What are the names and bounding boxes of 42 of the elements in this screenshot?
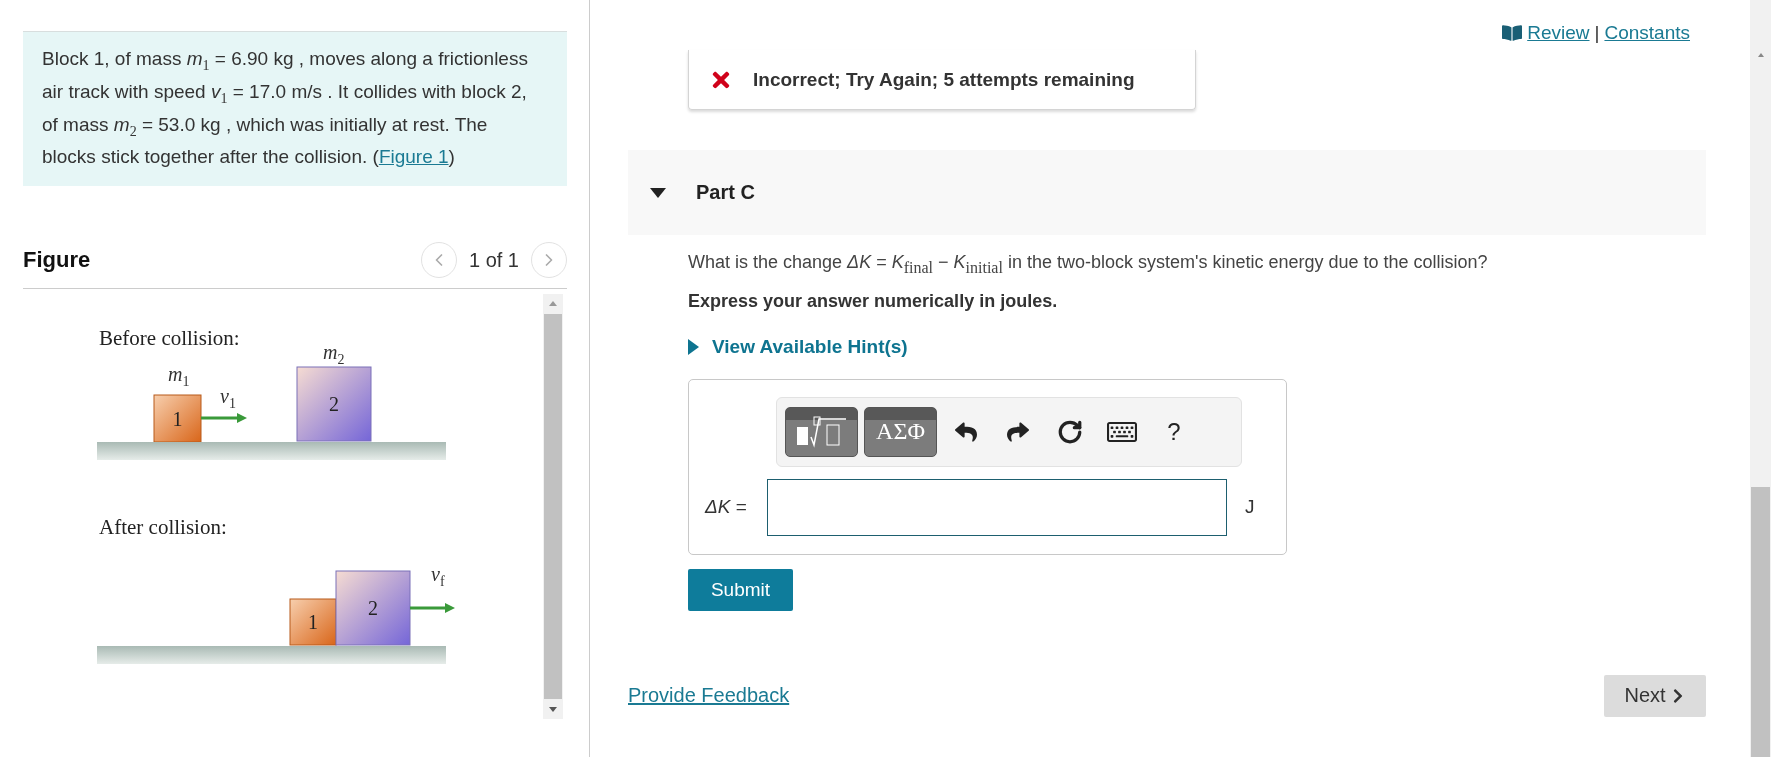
instruction-text: Express your answer numerically in joules.	[688, 290, 1058, 312]
block-label: 2	[368, 597, 378, 620]
triangle-icon	[650, 187, 666, 198]
velocity-label: v$_{1}$	[220, 385, 236, 412]
templates-button[interactable]	[785, 406, 858, 457]
problem-statement: Block 1, of mass m$_{1}$ = 6.90 kg , moves along a frictionless air track with speed v$_{1}$ = 17.0 m/s . It collides with block 2, of mass m$_{2}$ = 53.0 kg , which was initially at rest. The blocks stick together after the collision. (Figure 1)	[23, 31, 567, 187]
symbols-button[interactable]: ΑΣΦ	[864, 406, 937, 457]
part-title: Part C	[696, 181, 755, 204]
undo-icon	[955, 420, 977, 443]
figure-title: Figure	[23, 247, 91, 274]
scrollbar[interactable]	[543, 294, 563, 720]
velocity-arrow	[410, 603, 455, 614]
caption: Before collision:	[99, 326, 240, 351]
answer-label: ΔK =	[705, 496, 748, 519]
question-text: What is the change ΔK = K$_{final}$ − K$_{initial}$ in the two-block system's kinetic energy due to the collision?	[688, 252, 1488, 277]
redo-icon	[1007, 420, 1029, 443]
book-icon	[1502, 23, 1523, 43]
answer-field[interactable]	[767, 478, 1227, 536]
mass-label: m$_{1}$	[168, 363, 190, 390]
velocity-arrow	[201, 413, 247, 424]
block-label: 1	[308, 611, 318, 634]
triangle-icon	[688, 338, 699, 355]
part-header[interactable]: Part C	[628, 150, 1706, 235]
page-counter: 1 of 1	[468, 248, 519, 272]
velocity-label: v$_{f}$	[431, 563, 445, 590]
block-label: 1	[172, 407, 183, 430]
next-button[interactable]: Next	[1604, 674, 1706, 717]
block-label: 2	[329, 393, 339, 416]
help-button[interactable]: ?	[1151, 406, 1197, 457]
separator: |	[1594, 22, 1600, 44]
block	[153, 394, 202, 443]
caption: After collision:	[99, 515, 227, 540]
figure-link[interactable]: Figure 1	[378, 146, 449, 168]
constants-link[interactable]: Constants	[1604, 22, 1690, 44]
review-link[interactable]: Review	[1527, 22, 1590, 44]
unit-label: J	[1245, 496, 1255, 519]
page-scrollbar[interactable]	[1750, 0, 1771, 757]
reset-icon	[1057, 418, 1083, 445]
submit-button[interactable]: Submit	[688, 568, 793, 611]
feedback-message: Incorrect; Try Again; 5 attempts remaining	[753, 68, 1135, 91]
feedback-link[interactable]: Provide Feedback	[628, 684, 790, 708]
mass-label: m$_{2}$	[323, 341, 345, 368]
